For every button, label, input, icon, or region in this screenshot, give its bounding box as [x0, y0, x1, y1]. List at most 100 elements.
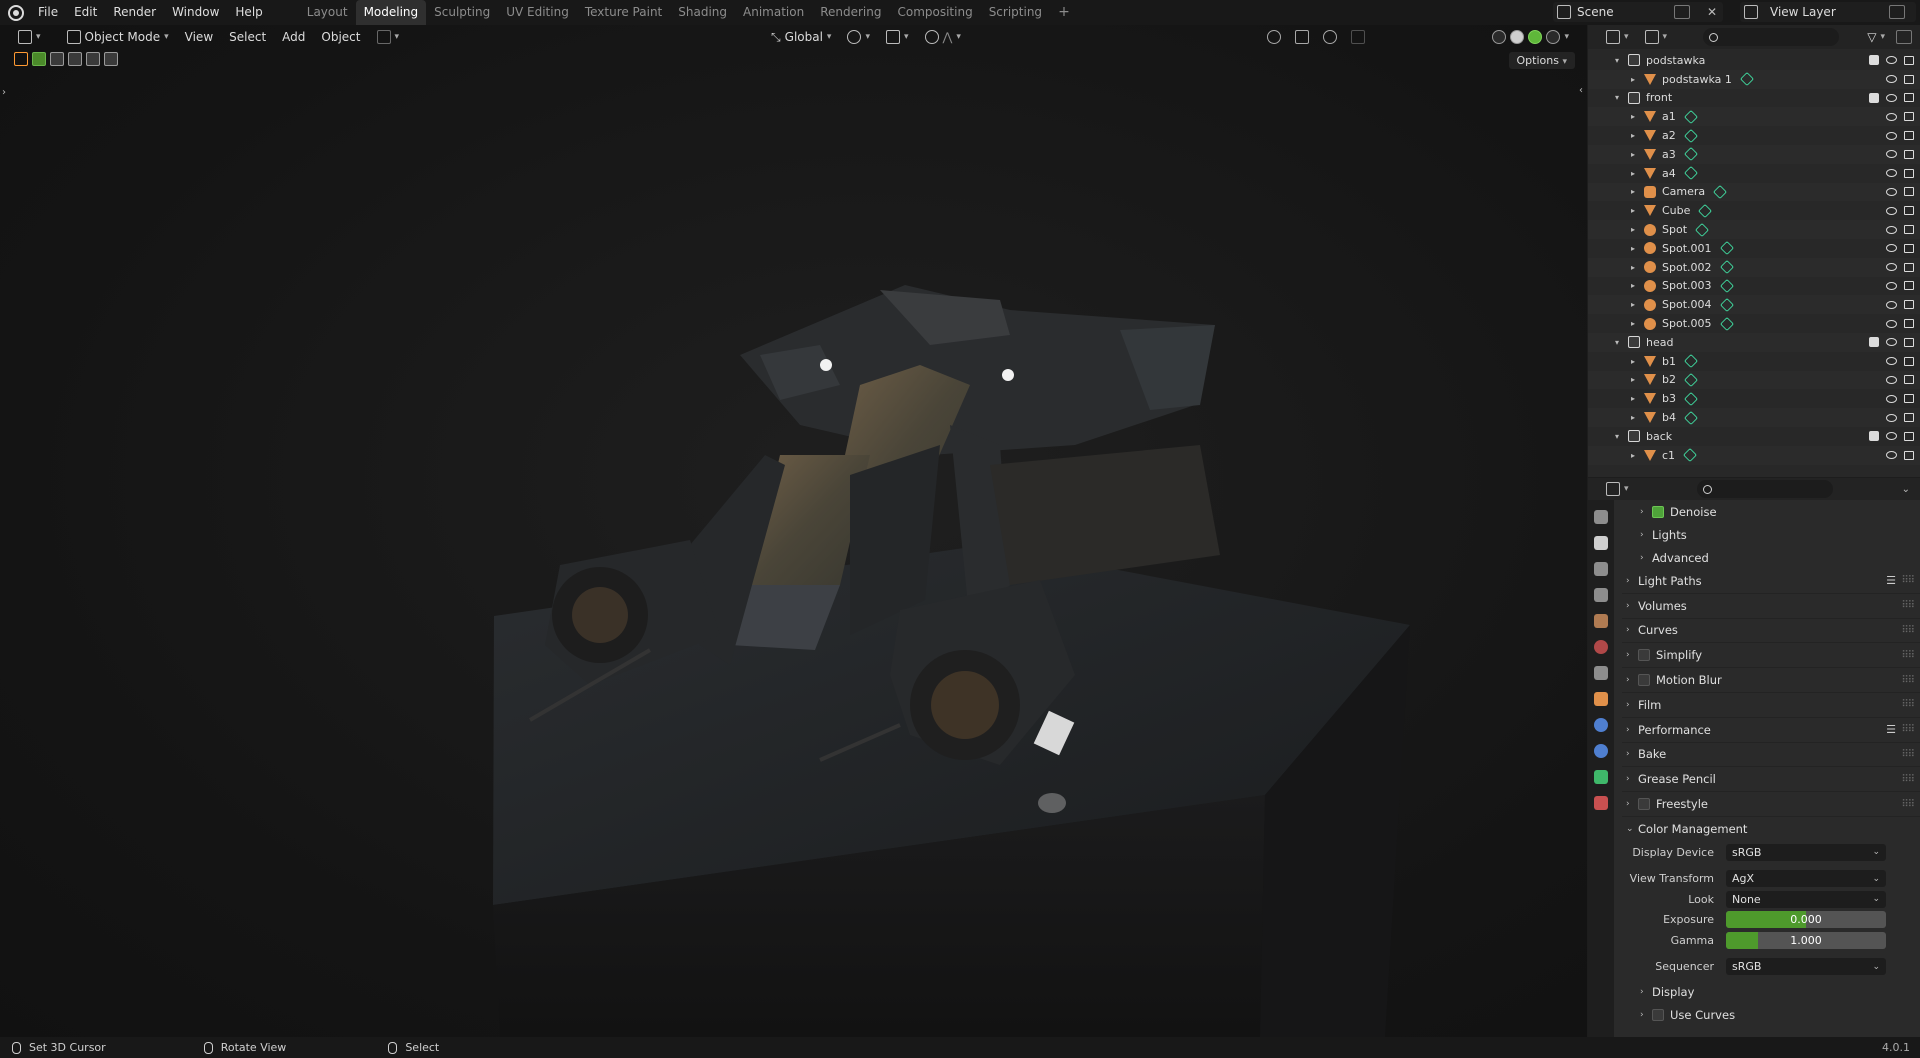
outliner-row[interactable]: ▾ podstawka	[1588, 51, 1920, 70]
eye-icon[interactable]	[1886, 394, 1897, 403]
use-curves-subsection[interactable]: › Use Curves	[1622, 1004, 1920, 1027]
outliner-row[interactable]: ▾ back	[1588, 427, 1920, 446]
outliner-row[interactable]: ▸ b4	[1588, 408, 1920, 427]
outliner-item-name[interactable]: back	[1646, 430, 1672, 443]
display-subsection[interactable]: › Display	[1622, 981, 1920, 1004]
view-layer-tab-icon[interactable]	[1594, 588, 1608, 602]
mesh-data-icon[interactable]	[1683, 109, 1698, 124]
expand-toggle-icon[interactable]: ▸	[1628, 413, 1638, 422]
expand-toggle-icon[interactable]: ▾	[1612, 93, 1622, 102]
outliner-row[interactable]: ▸ Spot.004	[1588, 295, 1920, 315]
expand-toggle-icon[interactable]: ▸	[1628, 150, 1638, 159]
drag-handle-icon[interactable]: ⠿⠿	[1901, 625, 1915, 636]
presets-list-icon[interactable]: ☰	[1886, 574, 1896, 587]
add-workspace-button[interactable]: +	[1050, 0, 1078, 25]
filter-button[interactable]: ▽ ▾	[1859, 25, 1893, 49]
outliner-item-name[interactable]: b3	[1662, 392, 1676, 405]
tab-uv-editing[interactable]: UV Editing	[498, 0, 577, 25]
section-performance[interactable]: › Performance ☰ ⠿⠿	[1622, 718, 1920, 743]
eye-icon[interactable]	[1886, 413, 1897, 422]
mesh-data-icon[interactable]	[1739, 72, 1754, 87]
eye-icon[interactable]	[1886, 150, 1897, 159]
drag-handle-icon[interactable]: ⠿⠿	[1901, 724, 1915, 735]
eye-icon[interactable]	[1886, 432, 1897, 441]
exclude-checkbox[interactable]	[1869, 55, 1879, 66]
menu-file[interactable]: File	[30, 0, 66, 25]
mesh-data-icon[interactable]	[1683, 391, 1699, 406]
menu-edit[interactable]: Edit	[66, 0, 105, 25]
exposure-slider[interactable]: 0.000	[1726, 911, 1886, 929]
tab-sculpting[interactable]: Sculpting	[426, 0, 498, 25]
outliner-item-name[interactable]: head	[1646, 336, 1673, 349]
eye-icon[interactable]	[1886, 206, 1897, 215]
drag-handle-icon[interactable]: ⠿⠿	[1901, 600, 1915, 611]
expand-toggle-icon[interactable]: ▸	[1628, 281, 1638, 290]
gamma-slider[interactable]: 1.000	[1726, 931, 1886, 949]
eye-icon[interactable]	[1886, 93, 1897, 102]
tool-tab-icon[interactable]	[1594, 510, 1608, 524]
mesh-data-icon[interactable]	[1698, 203, 1713, 218]
3d-viewport[interactable]: ▾ Object Mode ▾ View Select Add Object ▾ …	[0, 25, 1587, 1037]
outliner-item-name[interactable]: Spot	[1662, 223, 1687, 236]
render-camera-icon[interactable]	[1904, 93, 1914, 103]
outliner-row[interactable]: ▸ Spot.002	[1588, 257, 1920, 277]
section-film[interactable]: › Film ⠿⠿	[1622, 693, 1920, 718]
drag-handle-icon[interactable]: ⠿⠿	[1901, 575, 1915, 586]
color-management-section[interactable]: ⌄ Color Management	[1622, 817, 1920, 842]
section-checkbox[interactable]	[1638, 649, 1650, 662]
view-transform-dropdown[interactable]: AgX ⌄	[1726, 870, 1886, 888]
outliner-row[interactable]: ▸ podstawka 1	[1588, 69, 1920, 89]
outliner-item-name[interactable]: podstawka 1	[1662, 73, 1732, 86]
outliner-item-name[interactable]: a4	[1662, 167, 1676, 180]
light-data-icon[interactable]	[1719, 278, 1734, 294]
view-layer-name[interactable]: View Layer	[1758, 5, 1836, 19]
outliner-editor-type-button[interactable]: ▾	[1598, 25, 1637, 49]
render-camera-icon[interactable]	[1904, 112, 1914, 122]
modifiers-tab-icon[interactable]	[1594, 718, 1608, 732]
outliner-row[interactable]: ▸ a3	[1588, 144, 1920, 164]
eye-icon[interactable]	[1886, 319, 1897, 328]
outliner-item-name[interactable]: a1	[1662, 110, 1676, 123]
render-camera-icon[interactable]	[1904, 55, 1914, 65]
object-data-tab-icon[interactable]	[1594, 770, 1608, 784]
menu-help[interactable]: Help	[227, 0, 270, 25]
outliner-row[interactable]: ▸ Camera	[1588, 182, 1920, 202]
tab-animation[interactable]: Animation	[735, 0, 812, 25]
render-camera-icon[interactable]	[1904, 413, 1914, 423]
mesh-data-icon[interactable]	[1683, 147, 1698, 162]
outliner-row[interactable]: ▸ a4	[1588, 164, 1920, 183]
presets-list-icon[interactable]: ☰	[1886, 723, 1896, 736]
subsection-advanced[interactable]: › Advanced	[1622, 546, 1920, 569]
eye-icon[interactable]	[1886, 225, 1897, 234]
eye-icon[interactable]	[1886, 357, 1897, 366]
expand-toggle-icon[interactable]: ▾	[1612, 338, 1622, 347]
outliner-item-name[interactable]: b2	[1662, 373, 1676, 386]
scene-selector[interactable]: Scene ✕	[1553, 2, 1723, 22]
tab-compositing[interactable]: Compositing	[889, 0, 980, 25]
render-camera-icon[interactable]	[1904, 375, 1914, 385]
exclude-checkbox[interactable]	[1869, 92, 1879, 103]
light-data-icon[interactable]	[1694, 222, 1710, 237]
eye-icon[interactable]	[1886, 338, 1897, 347]
outliner-row[interactable]: ▸ b1	[1588, 352, 1920, 371]
expand-toggle-icon[interactable]: ▸	[1628, 206, 1638, 215]
properties-search-input[interactable]	[1696, 480, 1833, 498]
output-tab-icon[interactable]	[1594, 562, 1608, 576]
eye-icon[interactable]	[1886, 300, 1897, 309]
light-data-icon[interactable]	[1719, 297, 1734, 312]
section-checkbox[interactable]	[1638, 798, 1650, 811]
exclude-checkbox[interactable]	[1869, 337, 1879, 348]
outliner-item-name[interactable]: a2	[1662, 129, 1676, 142]
light-data-icon[interactable]	[1719, 316, 1734, 331]
tab-texture-paint[interactable]: Texture Paint	[577, 0, 670, 25]
use-curves-checkbox[interactable]	[1652, 1009, 1664, 1022]
drag-handle-icon[interactable]: ⠿⠿	[1901, 699, 1915, 710]
pin-icon[interactable]: ⌄	[1902, 484, 1910, 495]
expand-toggle-icon[interactable]: ▸	[1628, 225, 1638, 234]
mesh-data-icon[interactable]	[1682, 448, 1698, 463]
world-tab-icon[interactable]	[1594, 640, 1608, 654]
expand-toggle-icon[interactable]: ▾	[1612, 432, 1622, 441]
outliner-row[interactable]: ▸ Spot.001	[1588, 239, 1920, 258]
delete-scene-icon[interactable]: ✕	[1707, 5, 1717, 19]
render-camera-icon[interactable]	[1904, 225, 1914, 235]
